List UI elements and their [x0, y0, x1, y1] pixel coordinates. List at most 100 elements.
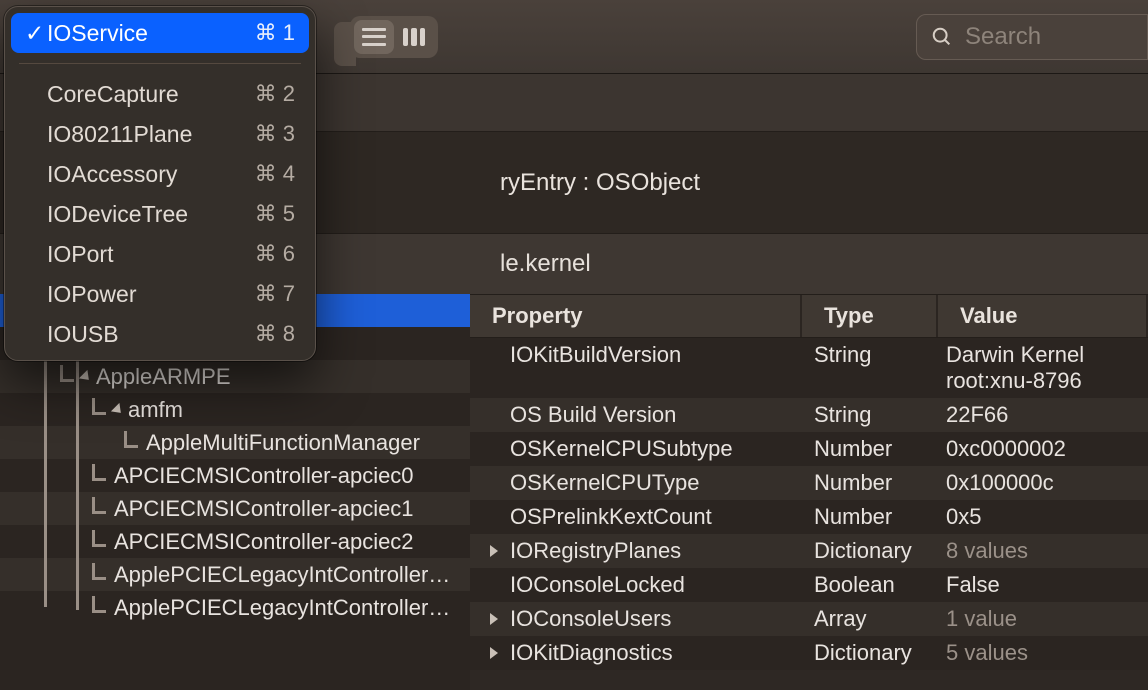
tree-elbow-icon	[124, 431, 140, 455]
property-table-header: Property Type Value	[470, 294, 1148, 338]
class-hierarchy: ryEntry : OSObject	[470, 132, 1148, 234]
property-value: 0x5	[938, 504, 1148, 530]
detail-crumbbar	[470, 74, 1148, 132]
plane-option[interactable]: IOPort⌘ 6	[11, 234, 309, 274]
plane-option[interactable]: IO80211Plane⌘ 3	[11, 114, 309, 154]
property-row[interactable]: OS Build Version String22F66	[470, 398, 1148, 432]
class-hierarchy-text: ryEntry : OSObject	[500, 169, 700, 197]
columns-icon	[403, 28, 425, 46]
th-property[interactable]: Property	[470, 295, 802, 337]
property-type: Dictionary	[802, 538, 938, 564]
property-name: OSKernelCPUSubtype	[510, 436, 733, 462]
disclosure-closed-icon[interactable]	[490, 613, 498, 625]
tree-guide	[76, 360, 79, 610]
property-value: 0x100000c	[938, 470, 1148, 496]
property-type: Array	[802, 606, 938, 632]
property-table: Property Type Value IOKitBuildVersion Str…	[470, 294, 1148, 690]
property-row[interactable]: OSPrelinkKextCountNumber0x5	[470, 500, 1148, 534]
plane-dropdown[interactable]: ✓IOService⌘ 1CoreCapture⌘ 2IO80211Plane⌘…	[4, 6, 316, 361]
property-type: Boolean	[802, 572, 938, 598]
tree-row[interactable]: APCIECMSIController-apciec1	[0, 492, 470, 525]
property-row[interactable]: IOKitDiagnostics Dictionary5 values	[470, 636, 1148, 670]
plane-option[interactable]: IOAccessory⌘ 4	[11, 154, 309, 194]
property-name: IOKitBuildVersion	[510, 342, 681, 368]
tree-label: APCIECMSIController-apciec1	[114, 496, 414, 522]
dropdown-separator	[19, 63, 301, 64]
property-type: Dictionary	[802, 640, 938, 666]
search-field[interactable]: Search	[916, 14, 1148, 60]
property-value: 22F66	[938, 402, 1148, 428]
property-table-body: IOKitBuildVersion StringDarwin Kernel roo…	[470, 338, 1148, 670]
plane-option-shortcut: ⌘ 5	[255, 201, 295, 227]
tree-elbow-icon	[92, 464, 108, 488]
search-icon	[931, 26, 953, 48]
property-row[interactable]: IOConsoleLocked BooleanFalse	[470, 568, 1148, 602]
disclosure-closed-icon[interactable]	[490, 647, 498, 659]
plane-option-label: IOAccessory	[47, 161, 255, 188]
tree-elbow-icon	[92, 596, 108, 620]
property-name: IOConsoleUsers	[510, 606, 671, 632]
plane-option[interactable]: IODeviceTree⌘ 5	[11, 194, 309, 234]
tree-label: APCIECMSIController-apciec2	[114, 529, 414, 555]
property-row[interactable]: IOKitBuildVersion StringDarwin Kernel roo…	[470, 338, 1148, 398]
property-name: OSKernelCPUType	[510, 470, 700, 496]
plane-option[interactable]: ✓IOService⌘ 1	[11, 13, 309, 53]
property-row[interactable]: OSKernelCPUSubtype Number0xc0000002	[470, 432, 1148, 466]
plane-option-shortcut: ⌘ 6	[255, 241, 295, 267]
tree-guide	[44, 327, 47, 607]
property-value: False	[938, 572, 1148, 598]
tree-label: APCIECMSIController-apciec0	[114, 463, 414, 489]
tree-row[interactable]: ApplePCIECLegacyIntController…	[0, 558, 470, 591]
tree-label: amfm	[128, 397, 183, 423]
property-value: 5 values	[938, 640, 1148, 666]
th-value[interactable]: Value	[938, 295, 1148, 337]
view-mode-list[interactable]	[354, 20, 394, 54]
tree-elbow-icon	[92, 563, 108, 587]
property-name: IOConsoleLocked	[510, 572, 685, 598]
property-name: IOKitDiagnostics	[510, 640, 673, 666]
property-value: 8 values	[938, 538, 1148, 564]
segmented-partial-left	[334, 22, 356, 66]
property-value: Darwin Kernel root:xnu-8796	[938, 342, 1148, 394]
search-placeholder: Search	[965, 23, 1041, 51]
property-value: 1 value	[938, 606, 1148, 632]
plane-option[interactable]: CoreCapture⌘ 2	[11, 74, 309, 114]
plane-option-label: CoreCapture	[47, 81, 255, 108]
property-row[interactable]: OSKernelCPUType Number0x100000c	[470, 466, 1148, 500]
disclosure-open-icon[interactable]	[111, 402, 125, 416]
tree-elbow-icon	[92, 530, 108, 554]
details-pane: ryEntry : OSObject le.kernel Property Ty…	[470, 74, 1148, 690]
plane-option-label: IOService	[47, 20, 255, 47]
property-type: Number	[802, 436, 938, 462]
plane-option-label: IOPower	[47, 281, 255, 308]
disclosure-open-icon[interactable]	[79, 369, 93, 383]
property-value: 0xc0000002	[938, 436, 1148, 462]
disclosure-closed-icon[interactable]	[490, 545, 498, 557]
plane-option-shortcut: ⌘ 4	[255, 161, 295, 187]
th-type[interactable]: Type	[802, 295, 938, 337]
property-name: OSPrelinkKextCount	[510, 504, 712, 530]
plane-option[interactable]: IOUSB⌘ 8	[11, 314, 309, 354]
property-type: String	[802, 402, 938, 428]
tree-row[interactable]: APCIECMSIController-apciec0	[0, 459, 470, 492]
tree-row[interactable]: ApplePCIECLegacyIntController…	[0, 591, 470, 624]
tree-elbow-icon	[92, 398, 108, 422]
property-type: Number	[802, 470, 938, 496]
tree-elbow-icon	[60, 365, 76, 389]
plane-option-label: IOUSB	[47, 321, 255, 348]
check-icon: ✓	[25, 20, 47, 47]
plane-option-label: IO80211Plane	[47, 121, 255, 148]
plane-option-shortcut: ⌘ 8	[255, 321, 295, 347]
property-type: String	[802, 342, 938, 368]
property-name: OS Build Version	[510, 402, 676, 428]
plane-option[interactable]: IOPower⌘ 7	[11, 274, 309, 314]
view-mode-segmented[interactable]	[350, 16, 438, 58]
tree-row[interactable]: AppleMultiFunctionManager	[0, 426, 470, 459]
view-mode-columns[interactable]	[394, 20, 434, 54]
plane-option-shortcut: ⌘ 2	[255, 81, 295, 107]
property-row[interactable]: IORegistryPlanesDictionary8 values	[470, 534, 1148, 568]
tree-row[interactable]: amfm	[0, 393, 470, 426]
tree-row[interactable]: AppleARMPE	[0, 360, 470, 393]
property-row[interactable]: IOConsoleUsers Array1 value	[470, 602, 1148, 636]
tree-row[interactable]: APCIECMSIController-apciec2	[0, 525, 470, 558]
